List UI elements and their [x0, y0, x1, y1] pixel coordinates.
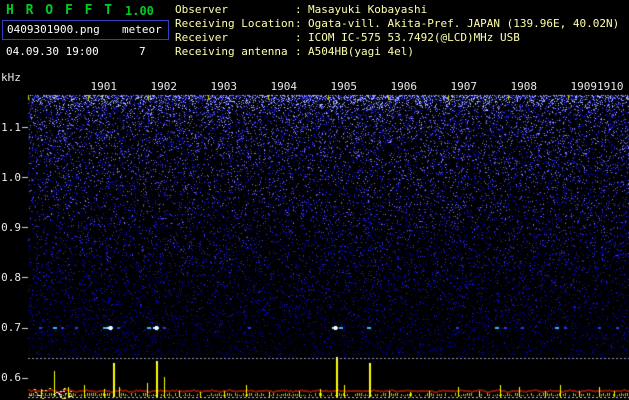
info-row-location: Receiving Location:Ogata-vill. Akita-Pre… — [175, 17, 627, 31]
filename-box: 0409301900.png meteor — [2, 20, 169, 40]
time-label-1906: 1906 — [391, 80, 418, 93]
info-colon: : — [295, 17, 308, 31]
time-label-1909: 1909 — [571, 80, 598, 93]
info-value: Ogata-vill. Akita-Pref. JAPAN (139.96E, … — [308, 17, 619, 30]
info-value: Masayuki Kobayashi — [308, 3, 427, 16]
app-version: 1.00 — [125, 4, 154, 18]
app-title: H R O F F T — [6, 3, 114, 18]
freq-label-0.8: 0.8 — [0, 271, 21, 284]
info-row-observer: Observer:Masayuki Kobayashi — [175, 3, 627, 17]
info-value: ICOM IC-575 53.7492(@LCD)MHz USB — [308, 31, 520, 44]
info-row-receiver: Receiver:ICOM IC-575 53.7492(@LCD)MHz US… — [175, 31, 627, 45]
freq-label-0.7: 0.7 — [0, 321, 21, 334]
mode-label: meteor — [122, 23, 162, 36]
spectrogram-canvas — [0, 0, 629, 400]
time-label-1907: 1907 — [451, 80, 478, 93]
station-info: Observer:Masayuki Kobayashi Receiving Lo… — [175, 3, 627, 59]
info-label: Observer — [175, 3, 295, 17]
freq-label-1.0: 1.0 — [0, 171, 21, 184]
time-label-1908: 1908 — [511, 80, 538, 93]
time-label-1904: 1904 — [271, 80, 298, 93]
time-label-1905: 1905 — [331, 80, 358, 93]
freq-label-1.1: 1.1 — [0, 121, 21, 134]
freq-label-0.6: 0.6 — [0, 371, 21, 384]
info-colon: : — [295, 3, 308, 17]
time-label-1903: 1903 — [211, 80, 238, 93]
info-row-antenna: Receiving antenna:A504HB(yagi 4el) — [175, 45, 627, 59]
info-colon: : — [295, 31, 308, 45]
hrofft-screen: H R O F F T 1.00 0409301900.png meteor 0… — [0, 0, 629, 400]
filename: 0409301900.png — [7, 23, 100, 36]
info-label: Receiving Location — [175, 17, 295, 31]
freq-label-0.9: 0.9 — [0, 221, 21, 234]
datetime: 04.09.30 19:00 — [6, 45, 99, 58]
info-value: A504HB(yagi 4el) — [308, 45, 414, 58]
info-label: Receiving antenna — [175, 45, 295, 59]
time-label-1901: 1901 — [91, 80, 118, 93]
khz-unit-label: kHz — [1, 71, 21, 84]
time-label-1902: 1902 — [151, 80, 178, 93]
time-label-1910: 1910 — [597, 80, 624, 93]
info-label: Receiver — [175, 31, 295, 45]
info-colon: : — [295, 45, 308, 59]
meteor-count: 7 — [139, 45, 146, 58]
